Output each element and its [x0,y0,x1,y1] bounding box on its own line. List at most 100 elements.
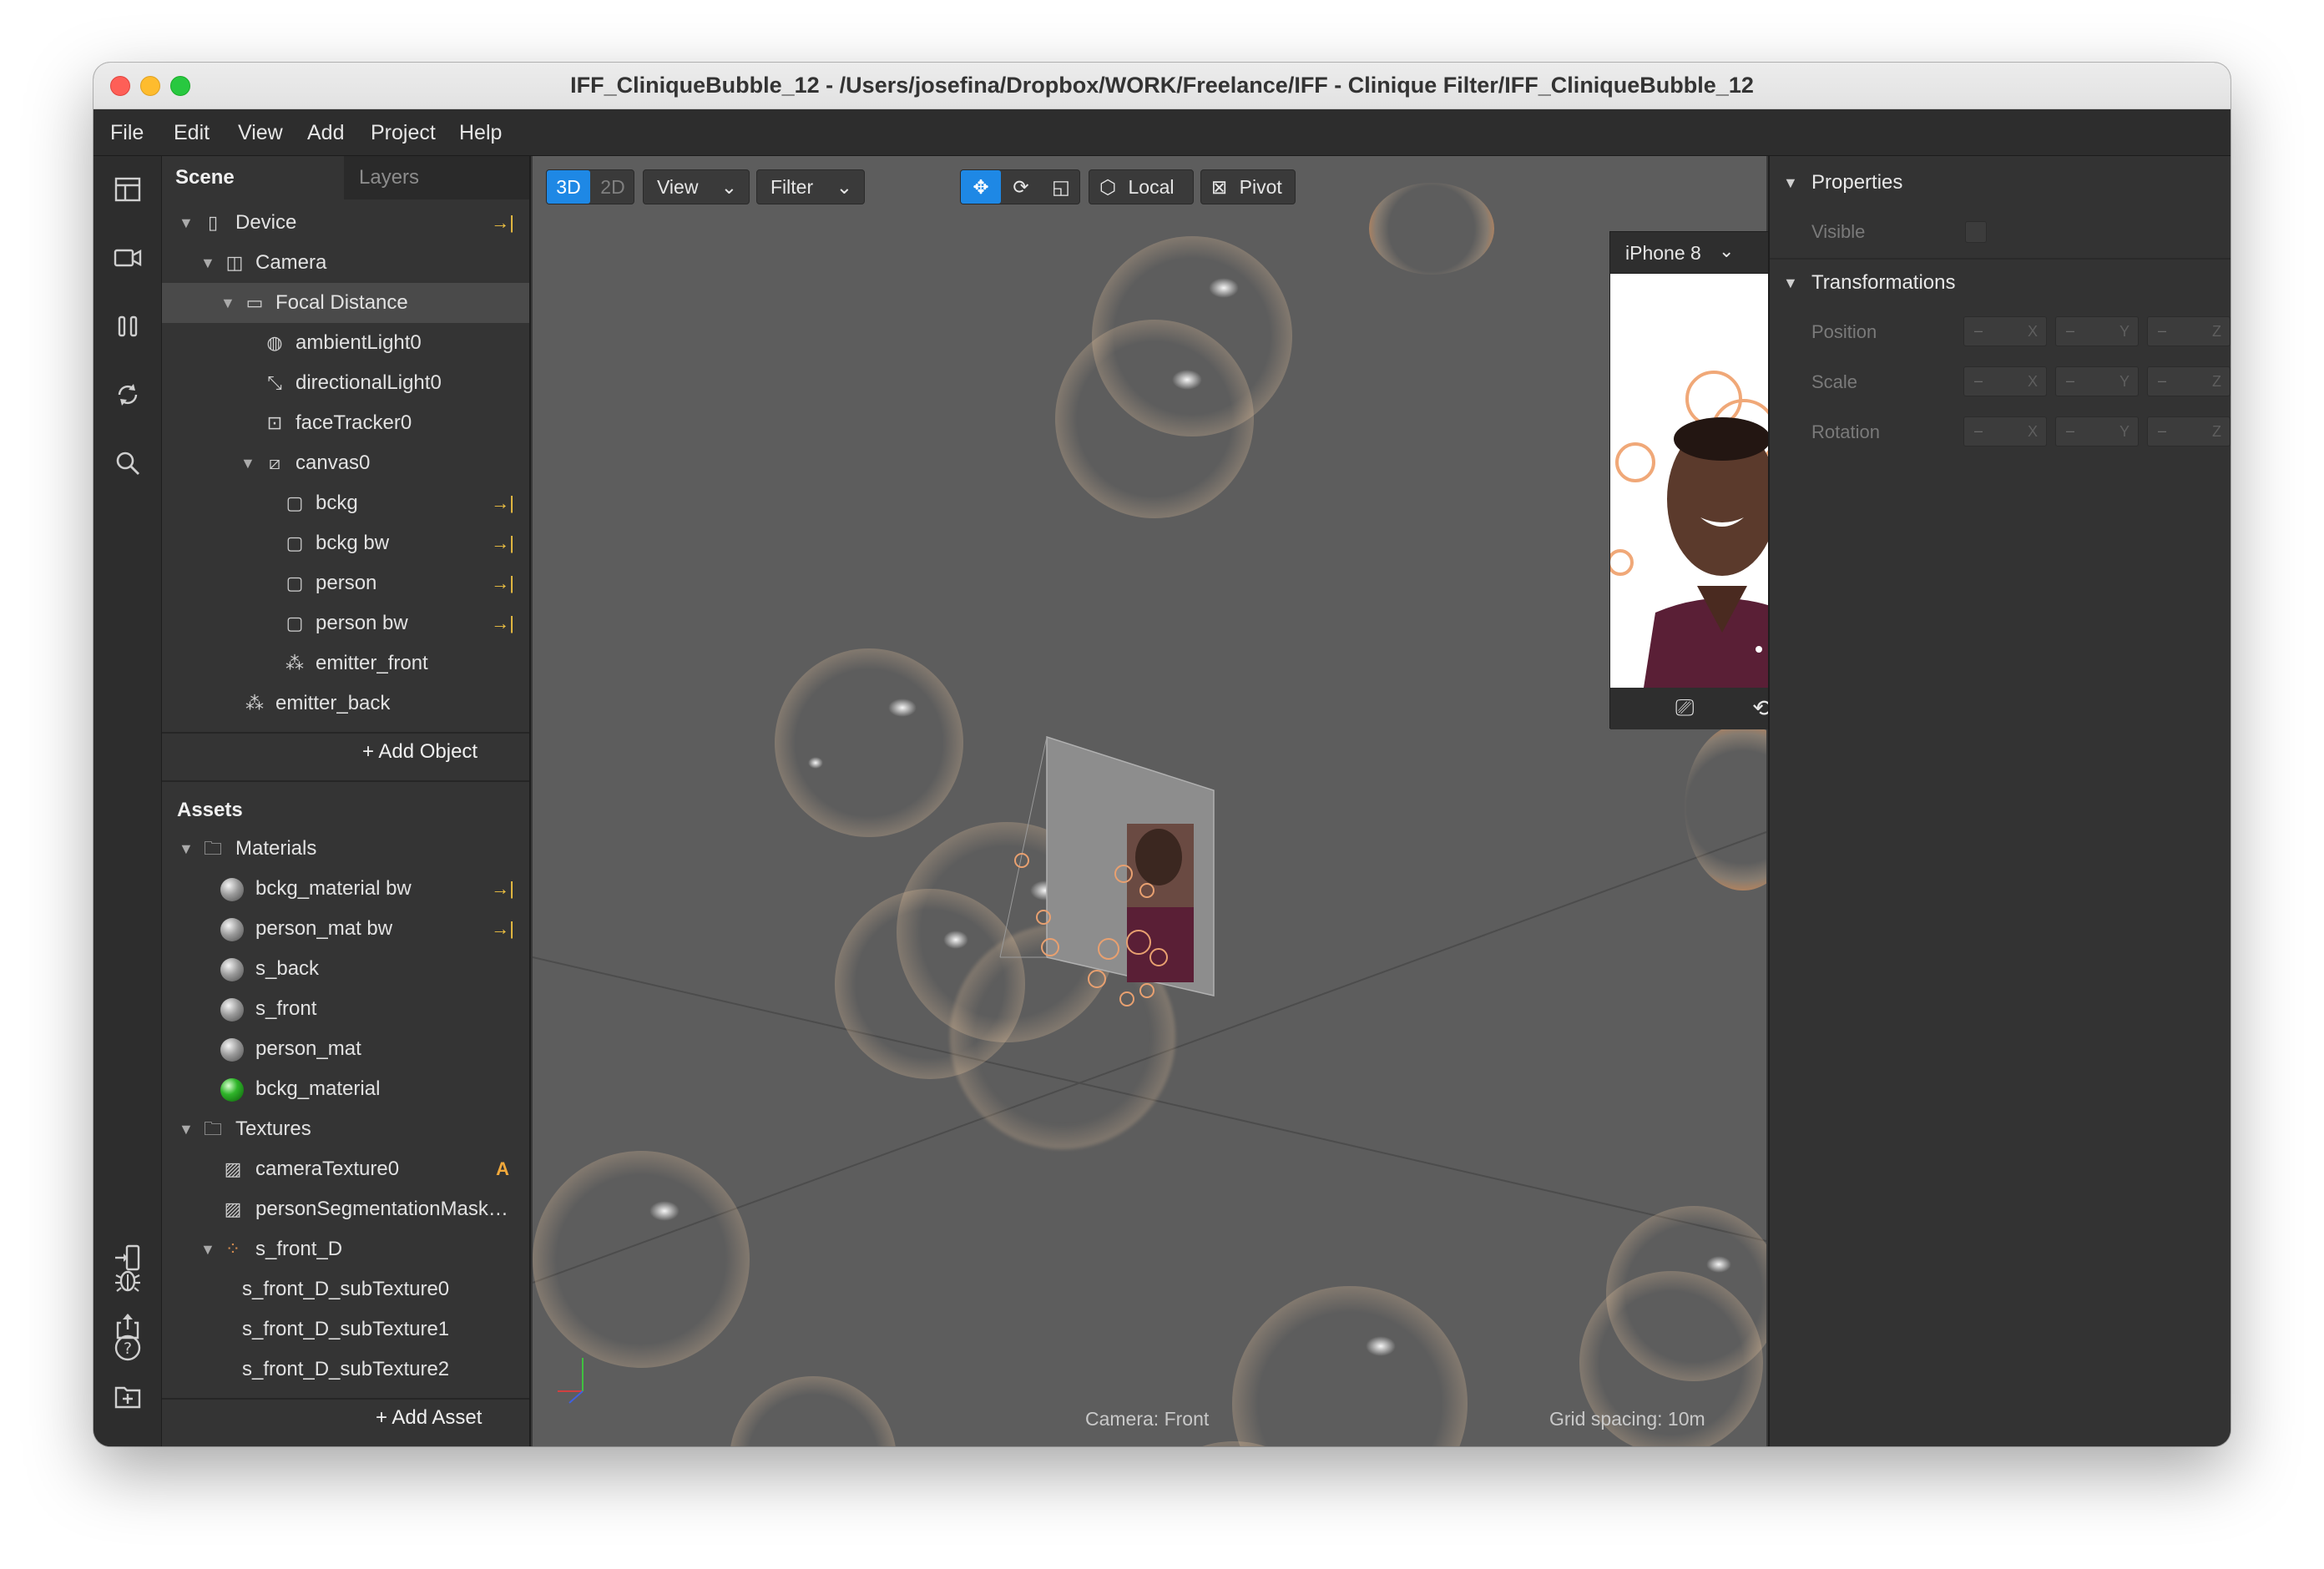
add-object-button[interactable]: + Add Object [362,740,477,764]
phone-icon: ▯ [207,212,219,233]
help-icon[interactable]: ? [111,1333,144,1366]
asset-bckg-material-bw[interactable]: bckg_material bw →| [162,869,529,909]
scene-item-emitter-front[interactable]: ⁂ emitter_front [162,643,529,684]
tab-layers[interactable]: Layers [346,156,531,199]
folder-icon: 🗀 [203,1118,222,1139]
rotation-x-field[interactable]: – X [1963,416,2047,446]
scale-tool-icon[interactable]: ◱ [1041,170,1081,204]
canvas-plane [999,735,1215,1006]
plus-icon: + [362,740,375,763]
pin-icon[interactable]: →| [491,603,514,643]
switch-camera-icon[interactable]: ⎚ [1675,694,1694,722]
asset-bckg-material[interactable]: bckg_material [162,1069,529,1109]
scene-item-bckg[interactable]: ▢ bckg →| [162,483,529,523]
filter-dropdown[interactable]: Filter ⌄ [756,169,865,204]
scene-item-bckg-bw[interactable]: ▢ bckg bw →| [162,523,529,563]
move-tool-icon[interactable]: ✥ [961,170,1001,204]
rectangle-icon: ▢ [285,573,304,593]
asset-s-front-d-subtexture2[interactable]: s_front_D_subTexture2 [162,1350,529,1390]
tool-rail [93,156,162,1446]
menu-file[interactable]: File [110,121,144,145]
asset-camera-texture[interactable]: ▨ cameraTexture0 A [162,1149,529,1189]
scene-viewport[interactable]: 3D 2D View ⌄ Filter ⌄ ✥ ⟳ ◱ ⬡ Local ⊠ Pi… [533,156,1766,1446]
scene-item-canvas[interactable]: ▼ ⧄ canvas0 [162,443,529,483]
asset-s-front-d-subtexture1[interactable]: s_front_D_subTexture1 [162,1309,529,1350]
menu-edit[interactable]: Edit [174,121,210,145]
position-z-field[interactable]: – Z [2147,316,2231,346]
position-x-field[interactable]: – X [1963,316,2047,346]
rotate-tool-icon[interactable]: ⟳ [1001,170,1041,204]
visible-checkbox[interactable] [1965,221,1987,243]
pin-icon[interactable]: →| [491,483,514,523]
scale-label: Scale [1811,371,1858,392]
divider [162,780,529,782]
scene-item-directional-light[interactable]: ⤡ directionalLight0 [162,363,529,403]
pin-icon[interactable]: →| [491,203,514,243]
layout-icon[interactable] [111,174,144,208]
scene-item-focal-distance[interactable]: ▼ ▭ Focal Distance [162,283,529,323]
scene-item-device[interactable]: ▼ ▯ Device →| [162,203,529,243]
scale-x-field[interactable]: – X [1963,366,2047,396]
bug-icon[interactable] [111,1264,144,1298]
search-icon[interactable] [111,448,144,482]
scene-item-ambient-light[interactable]: ◍ ambientLight0 [162,323,529,363]
properties-title: Properties [1811,171,1903,194]
menu-project[interactable]: Project [371,121,436,145]
mode-3d-button[interactable]: 3D [547,170,590,204]
chevron-down-icon: ⌄ [836,176,852,198]
camera-icon: ◫ [225,252,244,273]
rotation-z-field[interactable]: – Z [2147,416,2231,446]
scene-tabs: Scene Layers [162,156,529,199]
asset-s-front[interactable]: s_front [162,989,529,1029]
material-sphere-icon [220,918,244,941]
caret-down-icon[interactable]: ▼ [1783,275,1798,292]
directional-light-icon: ⤡ [267,372,282,393]
window-title: IFF_CliniqueBubble_12 - /Users/josefina/… [570,73,1754,98]
add-asset-button[interactable]: + Add Asset [376,1406,482,1430]
local-toggle[interactable]: ⬡ Local [1089,169,1194,204]
refresh-icon[interactable] [111,380,144,413]
menu-help[interactable]: Help [459,121,502,145]
material-sphere-icon [220,958,244,981]
pause-icon[interactable] [111,311,144,345]
rotation-y-field[interactable]: – Y [2055,416,2139,446]
menu-add[interactable]: Add [307,121,344,145]
assets-folder-materials[interactable]: ▼ 🗀 Materials [162,829,529,869]
scene-item-camera[interactable]: ▼ ◫ Camera [162,243,529,283]
scene-item-person-bw[interactable]: ▢ person bw →| [162,603,529,643]
video-camera-icon[interactable] [111,243,144,276]
pin-icon[interactable]: →| [491,563,514,603]
scene-item-person[interactable]: ▢ person →| [162,563,529,603]
asset-person-mat[interactable]: person_mat [162,1029,529,1069]
asset-s-front-d[interactable]: ▼ ⁘ s_front_D [162,1229,529,1269]
view-dropdown[interactable]: View ⌄ [643,169,750,204]
menu-view[interactable]: View [238,121,283,145]
scene-item-face-tracker[interactable]: ⊡ faceTracker0 [162,403,529,443]
pin-icon[interactable]: →| [491,523,514,563]
position-y-field[interactable]: – Y [2055,316,2139,346]
rectangle-icon: ▢ [285,613,304,633]
new-project-icon[interactable] [111,1381,144,1415]
asset-person-mat-bw[interactable]: person_mat bw →| [162,909,529,949]
pin-icon[interactable]: →| [491,909,514,949]
asset-s-front-d-subtexture0[interactable]: s_front_D_subTexture0 [162,1269,529,1309]
tab-scene[interactable]: Scene [162,156,344,199]
caret-down-icon[interactable]: ▼ [1783,174,1798,192]
device-selector[interactable]: iPhone 8 [1625,242,1701,265]
chevron-down-icon[interactable]: ⌄ [1719,240,1734,262]
asset-person-segmentation-mask[interactable]: ▨ personSegmentationMask… [162,1189,529,1229]
scale-z-field[interactable]: – Z [2147,366,2231,396]
rotation-label: Rotation [1811,421,1880,442]
mode-2d-button[interactable]: 2D [592,170,634,204]
assets-title: Assets [177,799,243,821]
pivot-toggle[interactable]: ⊠ Pivot [1200,169,1296,204]
asset-s-back[interactable]: s_back [162,949,529,989]
assets-folder-textures[interactable]: ▼ 🗀 Textures [162,1109,529,1149]
material-sphere-icon [220,878,244,901]
scale-y-field[interactable]: – Y [2055,366,2139,396]
scene-item-emitter-back[interactable]: ⁂ emitter_back [162,684,529,724]
material-sphere-icon [220,1078,244,1102]
position-label: Position [1811,321,1877,342]
emitter-icon: ⁂ [245,693,264,714]
pin-icon[interactable]: →| [491,869,514,909]
